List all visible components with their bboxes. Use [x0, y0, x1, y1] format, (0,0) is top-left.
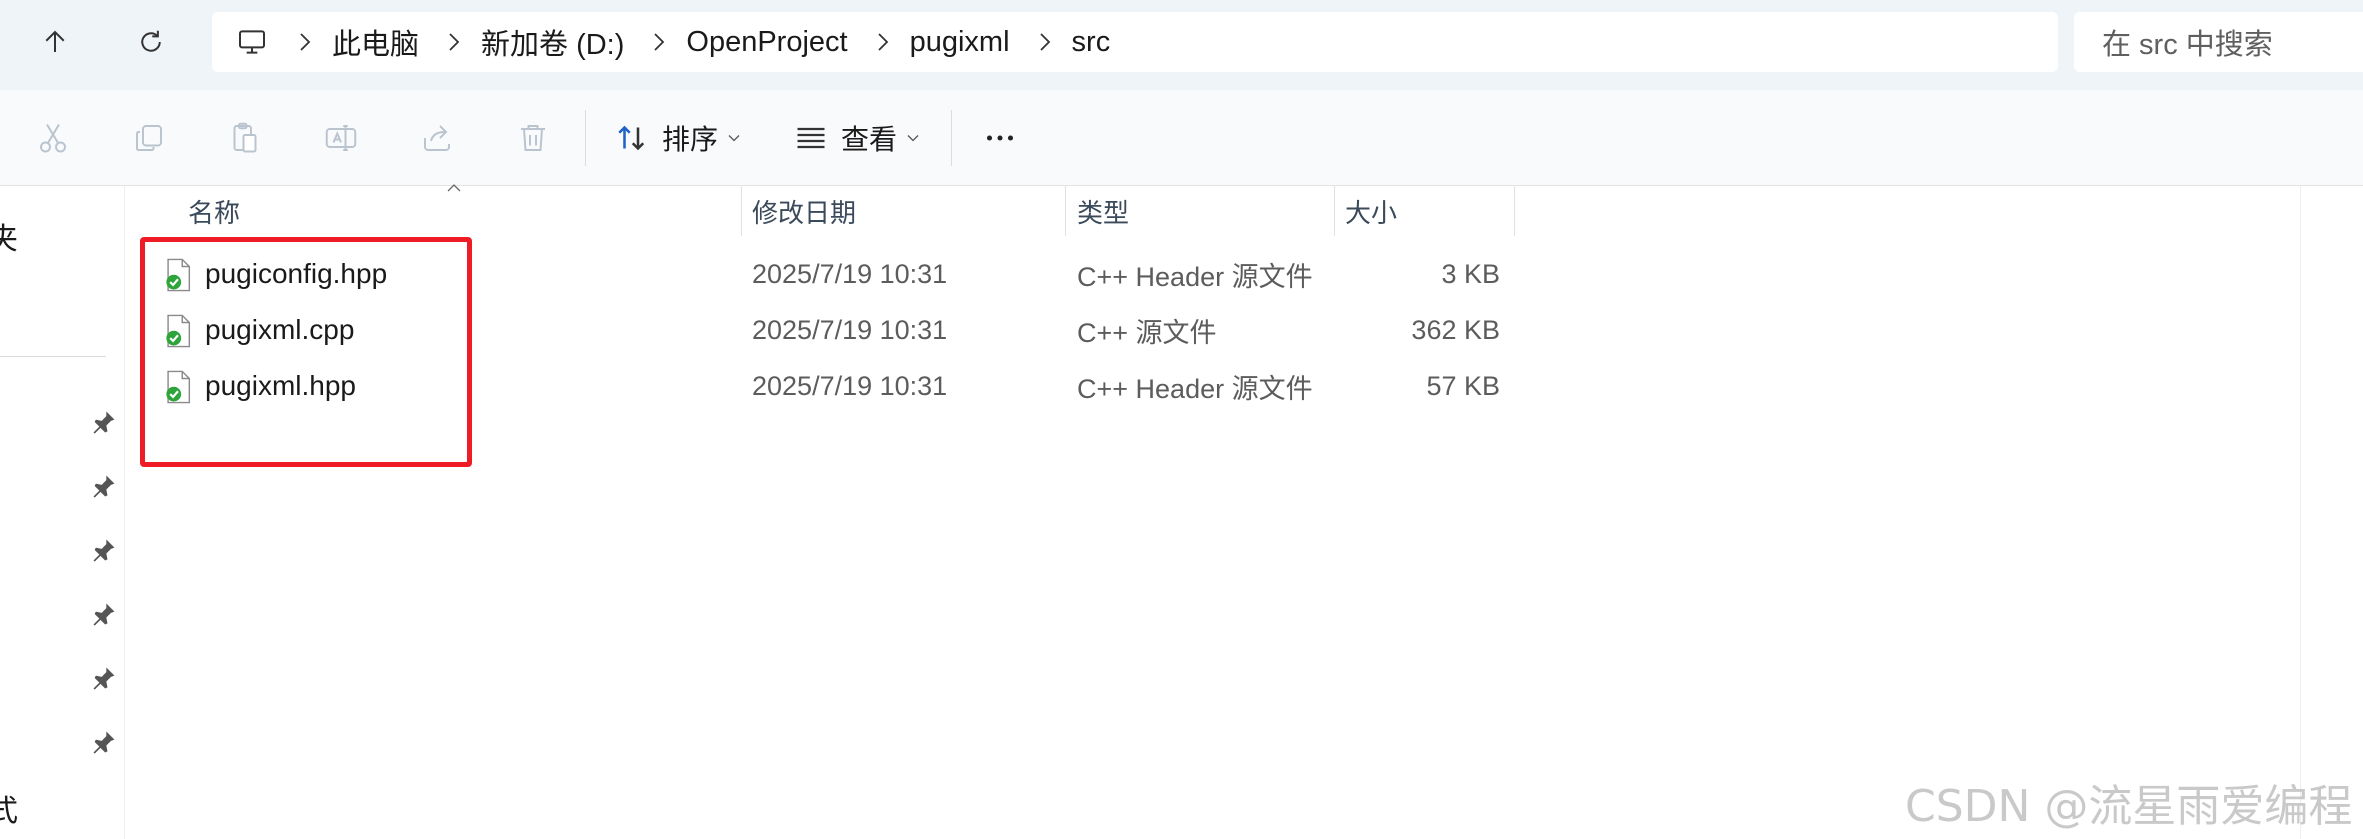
column-divider[interactable] — [1065, 186, 1066, 236]
up-button[interactable] — [35, 22, 75, 62]
sort-ascending-caret-icon — [447, 184, 461, 192]
nav-divider — [0, 356, 106, 357]
column-divider[interactable] — [1334, 186, 1335, 236]
file-date: 2025/7/19 10:31 — [752, 314, 948, 345]
column-header-type[interactable]: 类型 — [1077, 186, 1129, 236]
rename-icon — [325, 125, 357, 151]
scissors-icon — [40, 123, 66, 153]
breadcrumb-this-pc[interactable]: 此电脑 — [332, 21, 419, 63]
file-date: 2025/7/19 10:31 — [752, 370, 948, 401]
trash-icon — [521, 125, 545, 151]
delete-button[interactable] — [513, 118, 553, 158]
column-divider[interactable] — [741, 186, 742, 236]
column-divider[interactable] — [1514, 186, 1515, 236]
arrow-up-icon — [45, 30, 65, 52]
cut-button[interactable] — [33, 118, 73, 158]
chevron-right-icon[interactable] — [644, 32, 674, 52]
nav-item-partial[interactable]: 式 — [0, 786, 18, 830]
file-size: 3 KB — [1441, 258, 1500, 289]
chevron-down-icon — [907, 135, 919, 142]
sort-icon — [618, 125, 645, 151]
ellipsis-icon — [986, 135, 1014, 141]
pin-icon[interactable] — [90, 600, 118, 628]
view-list-icon — [797, 127, 825, 149]
red-highlight-box — [140, 237, 472, 467]
chevron-right-icon[interactable] — [290, 32, 320, 52]
breadcrumb-pugixml[interactable]: pugixml — [910, 26, 1010, 59]
paste-button[interactable] — [225, 118, 265, 158]
navigation-pane: 夹 式 — [0, 186, 125, 839]
file-date: 2025/7/19 10:31 — [752, 258, 948, 289]
column-header-date[interactable]: 修改日期 — [752, 186, 856, 236]
clipboard-icon — [233, 122, 257, 153]
pin-icon[interactable] — [90, 664, 118, 692]
pin-icon[interactable] — [90, 472, 118, 500]
more-options-button[interactable] — [980, 118, 1020, 158]
breadcrumb-openproject[interactable]: OpenProject — [686, 26, 847, 59]
search-placeholder: 在 src 中搜索 — [2102, 29, 2273, 61]
refresh-button[interactable] — [131, 22, 171, 62]
column-header-size[interactable]: 大小 — [1345, 186, 1397, 236]
file-size: 57 KB — [1426, 370, 1500, 401]
rename-button[interactable] — [321, 118, 361, 158]
pin-icon[interactable] — [90, 728, 118, 756]
pane-divider — [2300, 186, 2301, 839]
chevron-right-icon[interactable] — [1030, 32, 1060, 52]
view-label: 查看 — [841, 124, 898, 155]
search-box[interactable]: 在 src 中搜索 — [2074, 12, 2363, 72]
refresh-icon — [141, 30, 161, 52]
command-bar: 排序 查看 — [0, 90, 2363, 186]
address-toolbar: 此电脑 新加卷 (D:) OpenProject pugixml src 在 s… — [0, 0, 2363, 90]
share-button[interactable] — [417, 118, 457, 158]
pin-icon[interactable] — [90, 536, 118, 564]
file-type: C++ Header 源文件 — [1077, 261, 1313, 292]
toolbar-divider — [585, 110, 586, 166]
sort-button[interactable]: 排序 — [614, 112, 740, 164]
view-button[interactable]: 查看 — [793, 112, 919, 164]
breadcrumb-src[interactable]: src — [1072, 26, 1111, 59]
chevron-right-icon[interactable] — [868, 32, 898, 52]
pin-icon[interactable] — [90, 408, 118, 436]
file-size: 362 KB — [1411, 314, 1500, 345]
sort-label: 排序 — [662, 124, 719, 155]
file-type: C++ Header 源文件 — [1077, 373, 1313, 404]
chevron-down-icon — [728, 135, 740, 142]
share-icon — [424, 125, 450, 151]
nav-item-partial[interactable]: 夹 — [0, 214, 18, 258]
toolbar-divider — [951, 110, 952, 166]
copy-icon — [136, 125, 162, 151]
column-header-name[interactable]: 名称 — [188, 186, 240, 236]
address-bar[interactable]: 此电脑 新加卷 (D:) OpenProject pugixml src — [212, 12, 2058, 72]
this-pc-icon[interactable] — [236, 25, 270, 59]
breadcrumb-drive-d[interactable]: 新加卷 (D:) — [481, 21, 624, 63]
copy-button[interactable] — [129, 118, 169, 158]
file-type: C++ 源文件 — [1077, 317, 1217, 348]
chevron-right-icon[interactable] — [439, 32, 469, 52]
watermark: CSDN @流星雨爱编程 — [1905, 781, 2353, 832]
